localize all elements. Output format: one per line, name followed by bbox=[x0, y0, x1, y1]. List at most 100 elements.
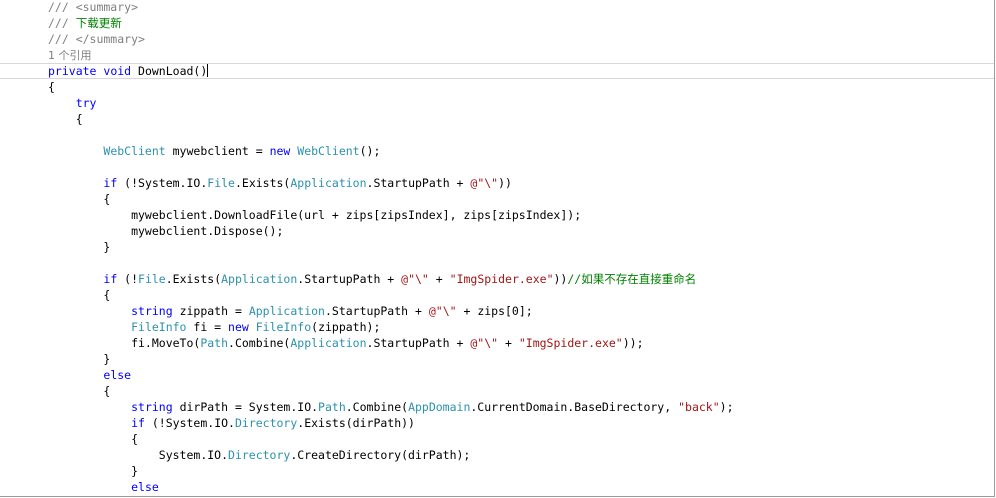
code-line[interactable]: /// </summary> bbox=[0, 31, 994, 47]
code-line[interactable]: } bbox=[0, 239, 994, 255]
code-token: @"\" bbox=[428, 304, 457, 318]
code-token: "ImgSpider.exe" bbox=[518, 336, 623, 350]
code-token: .CreateDirectory(dirPath); bbox=[290, 448, 471, 462]
code-token: { bbox=[48, 80, 55, 94]
code-token: "back" bbox=[678, 400, 720, 414]
code-line[interactable]: { bbox=[0, 431, 994, 447]
code-editor[interactable]: /// <summary>/// 下载更新/// </summary> 1 个引用… bbox=[0, 0, 995, 497]
code-token: FileInfo bbox=[255, 320, 312, 334]
code-line[interactable]: mywebclient.Dispose(); bbox=[0, 223, 994, 239]
code-token: WebClient bbox=[297, 144, 360, 158]
code-line[interactable]: } bbox=[0, 463, 994, 479]
code-line[interactable]: else bbox=[0, 367, 994, 383]
code-token: Application bbox=[290, 336, 367, 350]
code-line[interactable]: if (!File.Exists(Application.StartupPath… bbox=[0, 271, 994, 287]
code-token: + bbox=[498, 336, 519, 350]
code-line[interactable]: { bbox=[0, 191, 994, 207]
code-token: Application bbox=[248, 304, 325, 318]
code-line[interactable]: /// <summary> bbox=[0, 0, 994, 15]
code-token: /// <summary> bbox=[48, 0, 139, 14]
code-line[interactable] bbox=[0, 127, 994, 143]
code-token: @"\" bbox=[470, 336, 499, 350]
code-token: (!System.IO. bbox=[117, 176, 208, 190]
code-line[interactable]: { bbox=[0, 383, 994, 399]
code-token: )) bbox=[553, 272, 568, 286]
code-line[interactable]: string zippath = Application.StartupPath… bbox=[0, 303, 994, 319]
code-line[interactable]: WebClient mywebclient = new WebClient(); bbox=[0, 143, 994, 159]
code-token: if bbox=[131, 416, 145, 430]
code-token: DownLoad() bbox=[131, 64, 208, 78]
code-line[interactable]: FileInfo fi = new FileInfo(zippath); bbox=[0, 319, 994, 335]
code-line[interactable] bbox=[0, 255, 994, 271]
code-token: Directory bbox=[234, 416, 298, 430]
code-token: { bbox=[48, 288, 111, 302]
code-token: /// </summary> bbox=[48, 32, 145, 46]
code-line[interactable] bbox=[0, 159, 994, 175]
code-token: .Exists( bbox=[165, 272, 222, 286]
code-token: if bbox=[103, 272, 118, 286]
code-token: ); bbox=[719, 400, 734, 414]
code-token: dirPath = System.IO. bbox=[172, 400, 319, 414]
code-line[interactable]: { bbox=[0, 287, 994, 303]
code-token: zippath = bbox=[172, 304, 249, 318]
code-line[interactable]: if (!System.IO.Directory.Exists(dirPath)… bbox=[0, 415, 994, 431]
code-token: + bbox=[428, 272, 450, 286]
code-token: )) bbox=[498, 176, 512, 190]
code-token: "ImgSpider.exe" bbox=[449, 272, 554, 286]
code-token: fi.MoveTo( bbox=[48, 336, 201, 350]
code-line[interactable]: mywebclient.DownloadFile(url + zips[zips… bbox=[0, 207, 994, 223]
code-token: { bbox=[48, 192, 111, 206]
code-token: fi = bbox=[186, 320, 229, 334]
codelens-references[interactable]: 1 个引用 bbox=[48, 49, 92, 62]
code-token: if bbox=[103, 176, 118, 190]
code-token: mywebclient.Dispose(); bbox=[48, 224, 284, 238]
code-token: Directory bbox=[228, 448, 291, 462]
code-line[interactable]: { bbox=[0, 79, 994, 95]
code-line[interactable]: if (!System.IO.File.Exists(Application.S… bbox=[0, 175, 994, 191]
code-token: Path bbox=[200, 336, 229, 350]
code-token: { bbox=[48, 112, 83, 126]
code-token: mywebclient.DownloadFile(url + zips[zips… bbox=[48, 208, 582, 222]
code-line[interactable]: System.IO.Directory.CreateDirectory(dirP… bbox=[0, 447, 994, 463]
code-token: string bbox=[131, 304, 173, 318]
code-token: Application bbox=[221, 272, 298, 286]
code-token: Path bbox=[318, 400, 346, 414]
code-token: mywebclient = bbox=[165, 144, 270, 158]
code-token: File bbox=[207, 176, 235, 190]
code-token: .StartupPath + bbox=[366, 336, 471, 350]
code-token: { bbox=[48, 432, 139, 446]
code-token: .Exists(dirPath)) bbox=[297, 416, 415, 430]
code-token: System.IO. bbox=[48, 448, 229, 462]
code-token: { bbox=[48, 384, 111, 398]
code-token: .StartupPath + bbox=[297, 272, 402, 286]
code-line[interactable]: private void DownLoad() bbox=[0, 63, 994, 79]
code-line[interactable]: fi.MoveTo(Path.Combine(Application.Start… bbox=[0, 335, 994, 351]
code-token: new bbox=[228, 320, 249, 334]
code-line[interactable]: { bbox=[0, 111, 994, 127]
code-token: @"\" bbox=[401, 272, 429, 286]
code-token: /// bbox=[48, 16, 76, 30]
code-line[interactable]: 1 个引用 bbox=[0, 47, 994, 63]
code-token: } bbox=[48, 352, 111, 366]
code-token: .Exists( bbox=[234, 176, 291, 190]
code-token: .Combine( bbox=[228, 336, 291, 350]
code-token: WebClient bbox=[103, 144, 166, 158]
code-token: string bbox=[131, 400, 173, 414]
code-token: //如果不存在直接重命名 bbox=[567, 272, 697, 286]
code-token: (! bbox=[117, 272, 139, 286]
code-line[interactable]: string dirPath = System.IO.Path.Combine(… bbox=[0, 399, 994, 415]
code-line[interactable]: else bbox=[0, 479, 994, 495]
code-line[interactable]: /// 下载更新 bbox=[0, 15, 994, 31]
code-line[interactable]: try bbox=[0, 95, 994, 111]
code-token: )); bbox=[622, 336, 644, 350]
code-line[interactable]: } bbox=[0, 351, 994, 367]
code-token: AppDomain bbox=[408, 400, 471, 414]
